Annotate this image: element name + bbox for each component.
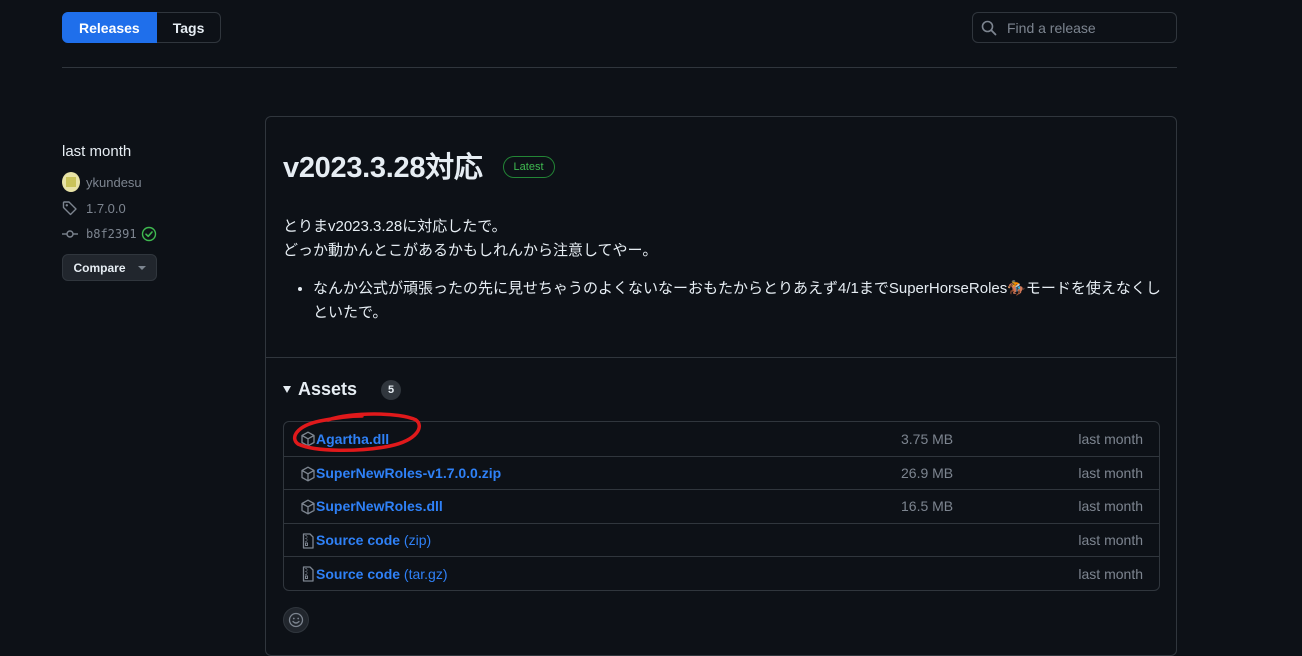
asset-date: last month — [1078, 498, 1143, 515]
commit-sha[interactable]: b8f2391 — [86, 227, 137, 241]
asset-link[interactable]: SuperNewRoles-v1.7.0.0.zip — [316, 465, 501, 481]
asset-date: last month — [1078, 430, 1143, 447]
asset-size: 16.5 MB — [901, 498, 954, 515]
assets-list: Agartha.dll 3.75 MB last month SuperNewR… — [283, 421, 1160, 591]
asset-row: SuperNewRoles-v1.7.0.0.zip 26.9 MB last … — [284, 455, 1159, 490]
assets-heading: Assets — [298, 379, 358, 399]
release-title[interactable]: v2023.3.28対応 — [283, 144, 483, 186]
asset-date: last month — [1078, 532, 1143, 549]
release-meta: last month ykundesu 1.7.0.0 b8f2391 Comp… — [62, 143, 242, 281]
commit-row[interactable]: b8f2391 — [62, 224, 242, 244]
commit-icon — [62, 230, 78, 238]
package-icon — [300, 499, 316, 515]
header-divider — [62, 67, 1177, 68]
search-icon — [981, 20, 997, 35]
check-circle-icon[interactable] — [141, 226, 157, 242]
search-input[interactable] — [1005, 18, 1165, 37]
author-name[interactable]: ykundesu — [86, 175, 142, 190]
compare-label: Compare — [73, 260, 126, 275]
package-icon — [300, 431, 316, 447]
assets-toggle[interactable]: Assets 5 — [283, 379, 402, 400]
notes-list: なんか公式が頑張ったの先に見せちゃうのよくないなーおもたからとりあえず4/1まで… — [283, 277, 1163, 325]
asset-link[interactable]: Source code (tar.gz) — [316, 566, 448, 582]
asset-row: Source code (zip) last month — [284, 522, 1159, 557]
author-row[interactable]: ykundesu — [62, 172, 242, 192]
package-icon — [300, 466, 316, 482]
tag-icon — [62, 201, 77, 216]
tag-name[interactable]: 1.7.0.0 — [86, 201, 126, 216]
notes-line-1: とりまv2023.3.28に対応したで。 — [283, 218, 507, 235]
notes-line-2: どっか動かんとこがあるかもしれんから注意してやー。 — [283, 242, 658, 259]
asset-date: last month — [1078, 464, 1143, 481]
smiley-icon — [288, 612, 304, 628]
asset-row: Agartha.dll 3.75 MB last month — [284, 422, 1159, 456]
release-card: v2023.3.28対応 Latest とりまv2023.3.28に対応したで。… — [265, 116, 1177, 656]
asset-link[interactable]: Agartha.dll — [316, 431, 389, 447]
assets-count: 5 — [381, 379, 402, 400]
triangle-down-icon — [283, 386, 291, 393]
asset-row: SuperNewRoles.dll 16.5 MB last month — [284, 489, 1159, 523]
card-divider — [266, 357, 1176, 358]
avatar[interactable] — [62, 172, 80, 192]
release-notes: とりまv2023.3.28に対応したで。 どっか動かんとこがあるかもしれんから注… — [283, 215, 1163, 325]
tab-tags[interactable]: Tags — [156, 12, 222, 43]
chevron-down-icon — [137, 265, 146, 270]
latest-badge: Latest — [502, 156, 555, 178]
source-code-format: (tar.gz) — [400, 565, 448, 582]
asset-link[interactable]: SuperNewRoles.dll — [316, 498, 443, 514]
source-code-format: (zip) — [400, 532, 432, 549]
asset-size: 26.9 MB — [901, 464, 954, 481]
release-date: last month — [62, 143, 132, 160]
tab-releases[interactable]: Releases — [62, 12, 157, 43]
tag-row[interactable]: 1.7.0.0 — [62, 198, 242, 218]
file-zip-icon — [300, 566, 316, 583]
asset-date: last month — [1078, 565, 1143, 582]
file-zip-icon — [300, 533, 316, 549]
source-code-label: Source code — [316, 532, 401, 549]
search-box[interactable] — [972, 12, 1177, 43]
source-code-label: Source code — [316, 565, 401, 582]
asset-row: Source code (tar.gz) last month — [284, 556, 1159, 590]
compare-button[interactable]: Compare — [62, 254, 157, 281]
asset-link[interactable]: Source code (zip) — [316, 532, 431, 548]
notes-bullet: なんか公式が頑張ったの先に見せちゃうのよくないなーおもたからとりあえず4/1まで… — [313, 277, 1163, 325]
release-tabs: Releases Tags — [62, 12, 222, 43]
add-reaction-button[interactable] — [283, 607, 309, 633]
asset-size: 3.75 MB — [901, 430, 954, 447]
